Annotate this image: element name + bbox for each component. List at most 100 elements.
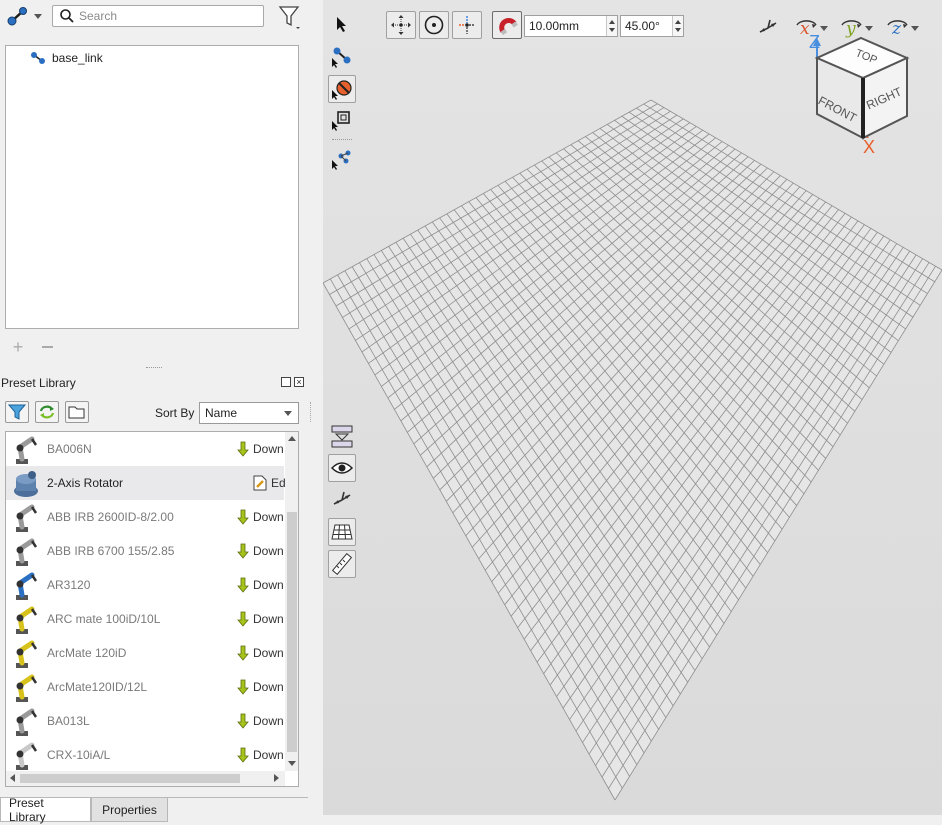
add-link-dropdown-button[interactable] <box>3 4 45 28</box>
add-button[interactable]: + <box>10 336 26 357</box>
preset-name: ABB IRB 2600ID-8/2.00 <box>47 510 174 524</box>
preset-action-label: Down <box>253 510 284 524</box>
preset-action-label: Down <box>253 680 284 694</box>
chevron-down-icon <box>284 410 292 416</box>
chevron-down-icon <box>865 25 873 31</box>
app-window: base_link + Preset Library × <box>0 0 942 825</box>
cursor-arrow-icon <box>337 17 346 32</box>
folder-icon <box>68 406 85 419</box>
tree-item-base-link[interactable]: base_link <box>30 51 103 65</box>
3d-viewport[interactable]: 10.00mm 45.00° x y z Z X TOP FRONT RIGHT <box>323 0 942 815</box>
preset-list-item[interactable]: ABB IRB 2600ID-8/2.00 Down <box>6 500 284 534</box>
scrollbar-thumb[interactable] <box>287 512 297 752</box>
refresh-presets-button[interactable] <box>35 401 59 423</box>
select-tool-button[interactable] <box>328 10 356 38</box>
box-select-icon <box>332 111 350 131</box>
preset-action-label: Down <box>253 442 284 456</box>
preset-action-button[interactable]: Ed <box>253 475 286 491</box>
preset-action-label: Down <box>253 714 284 728</box>
step-distance-spinbox[interactable]: 10.00mm <box>524 15 618 37</box>
view-cube[interactable]: Z X TOP FRONT RIGHT <box>799 34 919 156</box>
filter-dropdown-button[interactable] <box>275 3 305 31</box>
select-box-button[interactable] <box>328 106 356 134</box>
splitter-handle[interactable] <box>146 367 162 369</box>
tab-label: Preset Library <box>9 795 46 824</box>
select-joint-button[interactable] <box>328 145 356 173</box>
preset-action-button[interactable]: Down <box>237 509 284 525</box>
rotate-tool-button[interactable] <box>419 11 449 39</box>
preset-action-button[interactable]: Down <box>237 543 284 559</box>
preset-action-label: Down <box>253 544 284 558</box>
preset-list-item[interactable]: BA013L Down <box>6 704 284 738</box>
preset-action-button[interactable]: Down <box>237 441 284 457</box>
preset-name: BA006N <box>47 442 92 456</box>
preset-list-item[interactable]: ArcMate120ID/12L Down <box>6 670 284 704</box>
download-arrow-icon <box>237 713 249 729</box>
preset-name: AR3120 <box>47 578 91 592</box>
tab-preset-library[interactable]: Preset Library <box>0 795 91 824</box>
preset-list-item[interactable]: ArcMate 120iD Down <box>6 636 284 670</box>
disable-collision-button[interactable] <box>328 75 356 103</box>
preset-list-item[interactable]: BA006N Down <box>6 432 284 466</box>
tab-properties[interactable]: Properties <box>91 798 168 822</box>
scroll-down-arrow-icon[interactable] <box>288 761 296 766</box>
preset-list[interactable]: BA006N Down 2-Axis Rotator Ed ABB IRB 26… <box>5 431 299 787</box>
preset-action-label: Down <box>253 578 284 592</box>
visibility-button[interactable] <box>328 454 356 482</box>
search-input-box[interactable] <box>52 5 264 27</box>
link-tree-view[interactable]: base_link <box>5 45 299 329</box>
preset-action-button[interactable]: Down <box>237 713 284 729</box>
scrollbar-thumb[interactable] <box>20 774 240 783</box>
spin-arrows[interactable] <box>606 16 617 36</box>
preset-action-button[interactable]: Down <box>237 577 284 593</box>
preset-action-button[interactable]: Down <box>237 747 284 763</box>
preset-list-item[interactable]: 2-Axis Rotator Ed <box>6 466 286 500</box>
plus-icon: + <box>12 336 24 357</box>
preset-list-item[interactable]: ARC mate 100iD/10L Down <box>6 602 284 636</box>
filter-presets-button[interactable] <box>5 401 29 423</box>
reset-view-axes-button[interactable] <box>328 486 356 514</box>
grid-toggle-button[interactable] <box>328 518 356 546</box>
preset-list-item[interactable]: ABB IRB 6700 155/2.85 Down <box>6 534 284 568</box>
move-tool-button[interactable] <box>386 11 416 39</box>
preset-name: 2-Axis Rotator <box>47 476 124 490</box>
preset-list-item[interactable]: AR3120 Down <box>6 568 284 602</box>
axes-triad-icon <box>759 19 777 33</box>
preset-name: CRX-10iA/L <box>47 748 111 762</box>
rotator-icon <box>14 471 38 497</box>
open-folder-button[interactable] <box>65 401 89 423</box>
preset-action-button[interactable]: Down <box>237 645 284 661</box>
spin-arrows[interactable] <box>672 16 683 36</box>
horizontal-scrollbar[interactable] <box>6 771 285 786</box>
preset-action-button[interactable]: Down <box>237 611 284 627</box>
scroll-up-arrow-icon[interactable] <box>288 436 296 441</box>
section-view-button[interactable] <box>328 422 356 450</box>
grey-robot-icon <box>16 538 38 566</box>
preset-action-label: Down <box>253 612 284 626</box>
snap-magnet-toggle[interactable] <box>492 11 522 39</box>
preset-list-item[interactable]: CRX-10iA/L Down <box>6 738 284 772</box>
preset-action-button[interactable]: Down <box>237 679 284 695</box>
search-icon <box>60 9 74 23</box>
vertical-scrollbar[interactable] <box>285 432 298 771</box>
step-angle-spinbox[interactable]: 45.00° <box>620 15 684 37</box>
sort-by-select[interactable]: Name <box>199 402 299 424</box>
measure-tool-button[interactable] <box>328 550 356 578</box>
float-panel-button[interactable] <box>281 377 291 387</box>
reset-view-button[interactable] <box>753 14 783 42</box>
ruler-icon <box>331 553 353 575</box>
axis-x-label: X <box>863 137 875 156</box>
tab-label: Properties <box>102 802 157 817</box>
scroll-left-arrow-icon[interactable] <box>10 774 15 782</box>
preset-action-label: Down <box>253 646 284 660</box>
filter-icon <box>278 6 300 29</box>
eye-icon <box>331 462 353 474</box>
remove-button[interactable] <box>39 339 55 355</box>
close-panel-button[interactable]: × <box>294 377 304 387</box>
toolbar-separator <box>310 402 311 422</box>
select-link-button[interactable] <box>328 43 356 71</box>
scroll-right-arrow-icon[interactable] <box>274 774 279 782</box>
close-icon: × <box>296 377 302 387</box>
pivot-tool-button[interactable] <box>452 11 482 39</box>
search-input[interactable] <box>79 9 259 23</box>
